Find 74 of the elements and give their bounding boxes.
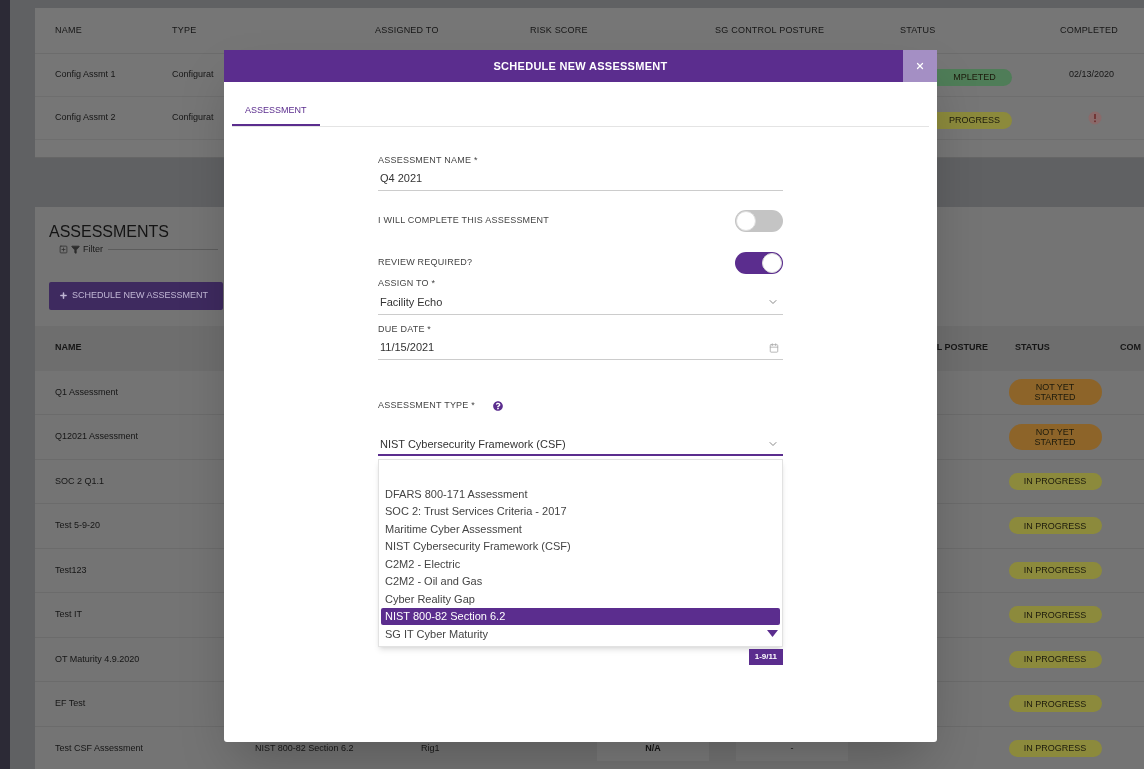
dropdown-option[interactable]: DFARS 800-171 Assessment: [381, 485, 780, 503]
status-badge: IN PROGRESS: [1008, 739, 1102, 757]
table-cell: Configurat: [172, 68, 214, 82]
status-badge: IN PROGRESS: [1008, 561, 1102, 579]
status-badge: NOT YET STARTED: [1008, 379, 1102, 406]
alert-icon: [1088, 111, 1102, 125]
field-label: ASSIGN TO *: [378, 277, 437, 290]
table-cell: Test123: [55, 563, 87, 577]
tab[interactable]: ASSESSMENT: [232, 104, 320, 126]
help-icon[interactable]: [493, 401, 504, 411]
dropdown-option[interactable]: Cyber Reality Gap: [381, 590, 780, 608]
field-label: REVIEW REQUIRED?: [378, 256, 473, 270]
table-cell: OT Maturity 4.9.2020: [55, 652, 140, 666]
table-header: COMPLETED: [1058, 23, 1119, 37]
status-badge: IN PROGRESS: [1008, 650, 1102, 668]
field-label: ASSESSMENT TYPE *: [378, 399, 476, 413]
dropdown-option[interactable]: SG IT Cyber Maturity: [381, 625, 767, 643]
filter-icon[interactable]: [71, 245, 80, 255]
table-header: STATUS: [900, 23, 937, 37]
calendar-icon: [769, 342, 779, 353]
expand-icon[interactable]: [59, 245, 68, 255]
dropdown-option[interactable]: C2M2 - Electric: [381, 555, 780, 573]
dropdown-option[interactable]: NIST Cybersecurity Framework (CSF): [381, 537, 780, 555]
close-button[interactable]: [903, 50, 937, 82]
table-cell-text: Test IT: [55, 608, 82, 621]
table-cell: SOC 2 Q1.1: [55, 474, 105, 488]
table-cell: 02/13/2020: [1068, 68, 1114, 82]
page-counter: 1-9/11: [748, 648, 783, 665]
field-label: ASSESSMENT NAME *: [378, 153, 479, 167]
status-badge: NOT YET STARTED: [1008, 423, 1102, 450]
table-cell: Configurat: [172, 111, 214, 125]
dialog-title: SCHEDULE NEW ASSESSMENT: [492, 58, 669, 74]
field-label: DUE DATE *: [378, 322, 433, 336]
date-field[interactable]: 11/15/2021: [378, 336, 783, 360]
close-icon: [915, 61, 925, 71]
field-label: I WILL COMPLETE THIS ASSESSMENT: [378, 214, 549, 228]
status-badge: IN PROGRESS: [1008, 517, 1102, 535]
table-header: RISK SCORE: [530, 23, 589, 37]
table-header: L POSTURE: [936, 341, 989, 355]
scroll-down-icon[interactable]: [767, 630, 778, 638]
toggle-switch[interactable]: [735, 252, 783, 274]
table-cell: Config Assmt 2: [55, 111, 116, 125]
section-title: ASSESSMENTS: [49, 222, 170, 242]
status-badge: IN PROGRESS: [1008, 695, 1102, 713]
status-badge: IN PROGRESS: [1008, 472, 1102, 490]
table-header: NAME: [55, 23, 83, 37]
table-cell: Test CSF Assessment: [55, 741, 144, 755]
table-cell: Rig1: [421, 741, 440, 755]
table-cell-text: EF Test: [55, 697, 86, 710]
table-header: STATUS: [1014, 341, 1051, 355]
dropdown-option[interactable]: Maritime Cyber Assessment: [381, 520, 780, 538]
table-cell: NIST 800-82 Section 6.2: [255, 741, 354, 755]
status-badge: MPLETED: [937, 68, 1012, 86]
input-field[interactable]: Q4 2021: [378, 167, 783, 191]
table-header: TYPE: [172, 23, 198, 37]
table-cell: Q1 Assessment: [55, 385, 119, 399]
status-badge: PROGRESS: [937, 111, 1012, 129]
table-header: COM: [1119, 341, 1142, 355]
schedule-button[interactable]: SCHEDULE NEW ASSESSMENT: [49, 281, 223, 310]
status-badge: IN PROGRESS: [1008, 606, 1102, 624]
select-field[interactable]: NIST Cybersecurity Framework (CSF): [378, 434, 783, 456]
table-cell-text: Test 5-9-20: [55, 519, 101, 532]
select-field[interactable]: Facility Echo: [378, 290, 783, 315]
table-header: NAME: [55, 341, 83, 355]
table-header: SG CONTROL POSTURE: [715, 23, 826, 37]
dropdown-option[interactable]: SOC 2: Trust Services Criteria - 2017: [381, 502, 780, 520]
dropdown-option[interactable]: NIST 800-82 Section 6.2: [381, 607, 780, 625]
plus-icon: [59, 291, 68, 300]
table-cell-text: Q12021 Assessment: [55, 430, 139, 443]
table-cell: Config Assmt 1: [55, 68, 116, 82]
filter-field[interactable]: Filter: [83, 243, 105, 257]
table-header: ASSIGNED TO: [375, 23, 440, 37]
toggle-switch[interactable]: [735, 210, 783, 232]
dropdown-option[interactable]: C2M2 - Oil and Gas: [381, 572, 780, 590]
